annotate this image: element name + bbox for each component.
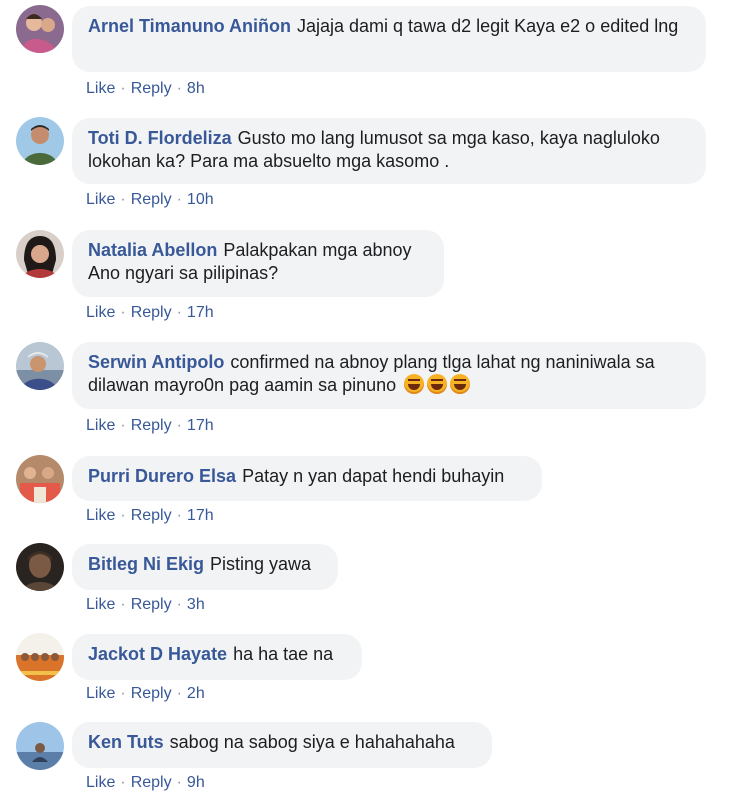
like-link[interactable]: Like [86,507,115,524]
comment-author[interactable]: Bitleg Ni Ekig [88,554,204,574]
comment-text: Jajaja dami q tawa d2 legit Kaya e2 o ed… [297,16,679,36]
comment-actions: Like · Reply · 17h [86,506,214,526]
comment-actions: Like · Reply · 9h [86,773,205,793]
laughing-tears-emoji [404,374,425,394]
separator: · [120,507,126,524]
timestamp[interactable]: 10h [187,191,214,208]
comment-text: ha ha tae na [233,644,334,664]
separator: · [120,304,126,321]
separator: · [176,80,182,97]
comment-bubble: Toti D. Flordeliza Gusto mo lang lumusot … [72,118,706,184]
like-link[interactable]: Like [86,191,115,208]
comment-bubble: Purri Durero Elsa Patay n yan dapat hendi… [72,456,542,501]
separator: · [176,774,182,791]
comment-author[interactable]: Ken Tuts [88,732,164,752]
separator: · [120,685,126,702]
comment-author[interactable]: Purri Durero Elsa [88,466,236,486]
comment-text: Patay n yan dapat hendi buhayin [242,466,505,486]
separator: · [120,596,126,613]
like-link[interactable]: Like [86,417,115,434]
avatar[interactable] [16,455,64,503]
comment-author[interactable]: Toti D. Flordeliza [88,128,232,148]
timestamp[interactable]: 2h [187,685,205,702]
separator: · [120,417,126,434]
comment-text: Palakpakan mga abnoy [223,240,412,260]
separator: · [120,191,126,208]
separator: · [176,304,182,321]
reply-link[interactable]: Reply [131,507,172,524]
separator: · [176,191,182,208]
reply-link[interactable]: Reply [131,191,172,208]
like-link[interactable]: Like [86,774,115,791]
separator: · [176,417,182,434]
comment-actions: Like · Reply · 10h [86,190,214,210]
comment-bubble: Jackot D Hayate ha ha tae na [72,634,362,680]
avatar[interactable] [16,117,64,165]
comment-bubble: Arnel Timanuno Aniñon Jajaja dami q tawa … [72,6,706,72]
comment-text-line-2: Ano ngyari sa pilipinas? [88,263,279,283]
avatar[interactable] [16,633,64,681]
like-link[interactable]: Like [86,80,115,97]
comment-author[interactable]: Arnel Timanuno Aniñon [88,16,291,36]
laughing-tears-emoji [450,374,471,394]
separator: · [176,596,182,613]
comment-author[interactable]: Natalia Abellon [88,240,217,260]
timestamp[interactable]: 17h [187,304,214,321]
comment-bubble: Bitleg Ni Ekig Pisting yawa [72,544,338,590]
comment-actions: Like · Reply · 3h [86,595,205,615]
comment-author[interactable]: Jackot D Hayate [88,644,227,664]
comment-bubble: Natalia Abellon Palakpakan mga abnoy Ano n… [72,230,444,297]
timestamp[interactable]: 8h [187,80,205,97]
avatar[interactable] [16,5,64,53]
comment-bubble: Ken Tuts sabog na sabog siya e hahahahaha [72,722,492,768]
comment-text: Pisting yawa [210,554,312,574]
timestamp[interactable]: 9h [187,774,205,791]
like-link[interactable]: Like [86,596,115,613]
separator: · [120,774,126,791]
avatar[interactable] [16,543,64,591]
separator: · [176,507,182,524]
avatar[interactable] [16,722,64,770]
comment-bubble: Serwin Antipolo confirmed na abnoy plang … [72,342,706,409]
reply-link[interactable]: Reply [131,774,172,791]
comment-actions: Like · Reply · 17h [86,303,214,323]
reply-link[interactable]: Reply [131,596,172,613]
separator: · [120,80,126,97]
separator: · [176,685,182,702]
reply-link[interactable]: Reply [131,685,172,702]
reply-link[interactable]: Reply [131,304,172,321]
comment-actions: Like · Reply · 8h [86,79,205,99]
like-link[interactable]: Like [86,685,115,702]
comment-text: sabog na sabog siya e hahahahaha [169,732,455,752]
timestamp[interactable]: 3h [187,596,205,613]
timestamp[interactable]: 17h [187,507,214,524]
reply-link[interactable]: Reply [131,417,172,434]
comment-actions: Like · Reply · 2h [86,684,205,704]
reply-link[interactable]: Reply [131,80,172,97]
avatar[interactable] [16,230,64,278]
comment-actions: Like · Reply · 17h [86,416,214,436]
avatar[interactable] [16,342,64,390]
like-link[interactable]: Like [86,304,115,321]
comment-author[interactable]: Serwin Antipolo [88,352,224,372]
timestamp[interactable]: 17h [187,417,214,434]
laughing-tears-emoji [427,374,448,394]
